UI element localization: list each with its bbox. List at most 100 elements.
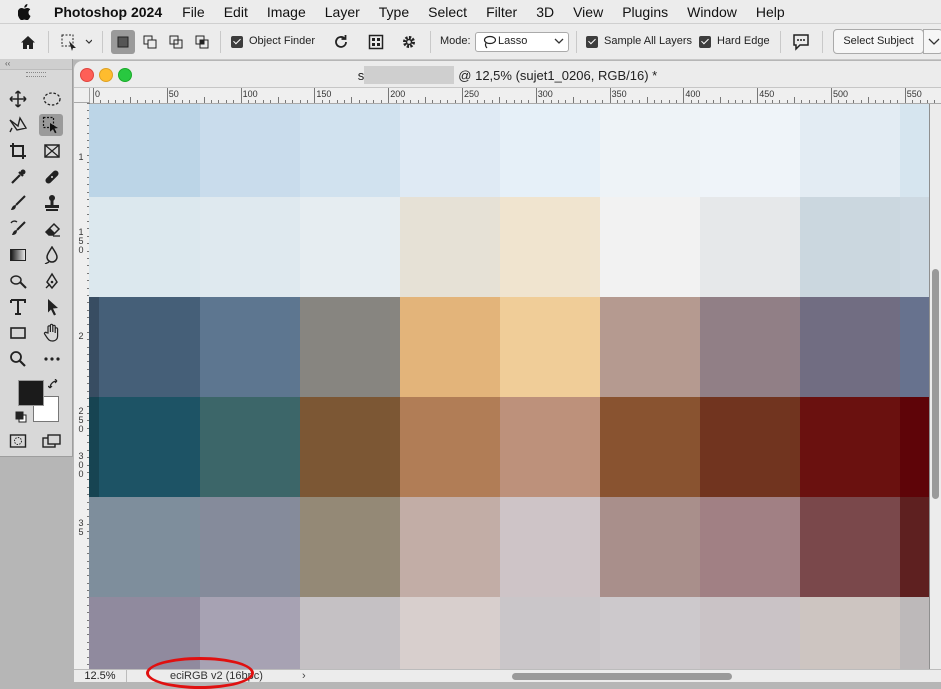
feedback-icon[interactable] xyxy=(789,30,813,54)
frame-tool-icon[interactable] xyxy=(40,140,64,162)
ruler-label: 1 5 0 xyxy=(78,227,84,255)
menu-file[interactable]: File xyxy=(182,4,205,20)
screen-mode-icon[interactable] xyxy=(40,430,64,452)
clone-stamp-icon[interactable] xyxy=(40,192,64,214)
menu-image[interactable]: Image xyxy=(267,4,306,20)
menu-bar: Photoshop 2024 File Edit Image Layer Typ… xyxy=(0,0,941,24)
crop-tool-icon[interactable] xyxy=(6,140,30,162)
menu-edit[interactable]: Edit xyxy=(224,4,248,20)
type-tool-icon[interactable] xyxy=(6,296,30,318)
subtract-from-selection-icon[interactable] xyxy=(165,30,187,54)
canvas-cell xyxy=(400,597,500,669)
ruler-minor-tick xyxy=(838,100,840,103)
ruler-minor-tick xyxy=(203,97,205,103)
tools-panel-header[interactable]: ‹‹ xyxy=(0,59,72,70)
zoom-tool-icon[interactable] xyxy=(6,348,30,370)
menu-filter[interactable]: Filter xyxy=(486,4,517,20)
canvas-cell xyxy=(600,197,700,297)
canvas-cell xyxy=(200,104,300,197)
horizontal-scroll-thumb[interactable] xyxy=(512,673,732,680)
pen-tool-icon[interactable] xyxy=(40,270,64,292)
gradient-tool-icon[interactable] xyxy=(6,244,30,266)
quick-mask-icon[interactable] xyxy=(6,430,30,452)
foreground-color-swatch[interactable] xyxy=(18,380,44,406)
move-tool-icon[interactable] xyxy=(6,88,30,110)
panel-grip[interactable] xyxy=(26,72,46,77)
horizontal-scrollbar[interactable] xyxy=(314,671,929,682)
show-all-objects-icon[interactable] xyxy=(365,30,387,54)
apple-menu-icon[interactable] xyxy=(14,3,36,20)
brush-tool-icon[interactable] xyxy=(6,192,30,214)
ruler-origin[interactable] xyxy=(74,88,90,103)
intersect-selection-icon[interactable] xyxy=(191,30,213,54)
canvas-cell xyxy=(200,197,300,297)
ruler-minor-tick xyxy=(373,100,375,103)
select-subject-dropdown[interactable] xyxy=(923,29,941,54)
ruler-label: 0 xyxy=(95,89,101,99)
eraser-tool-icon[interactable] xyxy=(40,218,64,240)
ruler-minor-tick xyxy=(506,100,508,103)
default-colors-icon[interactable] xyxy=(15,410,27,428)
ruler-minor-tick xyxy=(439,100,441,103)
image-canvas[interactable] xyxy=(89,104,929,669)
ruler-minor-tick xyxy=(292,100,294,103)
lasso-tool-icon[interactable] xyxy=(6,114,30,136)
canvas-cell xyxy=(800,104,900,197)
refresh-icon[interactable] xyxy=(330,30,352,54)
add-to-selection-icon[interactable] xyxy=(139,30,161,54)
menu-layer[interactable]: Layer xyxy=(325,4,360,20)
eyedropper-tool-icon[interactable] xyxy=(6,166,30,188)
hard-edge-checkbox[interactable] xyxy=(699,36,711,48)
hand-tool-icon[interactable] xyxy=(40,322,64,344)
gear-icon[interactable] xyxy=(398,30,420,54)
ruler-label: 350 xyxy=(611,89,627,99)
tool-preset-picker[interactable] xyxy=(58,30,94,54)
ruler-minor-tick xyxy=(749,100,751,103)
horizontal-ruler[interactable]: 0 50 100 150 200 250 300 350 400 450 500 550 xyxy=(90,88,941,104)
ruler-minor-tick xyxy=(152,100,154,103)
dodge-tool-icon[interactable] xyxy=(6,270,30,292)
ruler-minor-tick xyxy=(521,100,523,103)
swap-colors-icon[interactable] xyxy=(47,378,60,396)
ruler-minor-tick xyxy=(225,100,227,103)
ruler-minor-tick xyxy=(469,100,471,103)
ruler-minor-tick xyxy=(676,100,678,103)
blur-tool-icon[interactable] xyxy=(40,244,64,266)
vertical-scroll-thumb[interactable] xyxy=(932,269,939,499)
mode-select[interactable]: Lasso xyxy=(475,32,569,52)
canvas-cell xyxy=(500,104,600,197)
new-selection-icon[interactable] xyxy=(111,30,135,54)
object-finder-checkbox[interactable] xyxy=(231,36,243,48)
menu-help[interactable]: Help xyxy=(756,4,785,20)
status-info-arrow[interactable]: › xyxy=(302,670,306,682)
path-selection-icon[interactable] xyxy=(40,296,64,318)
select-subject-button[interactable]: Select Subject xyxy=(833,29,924,54)
history-brush-icon[interactable] xyxy=(6,218,30,240)
vertical-scrollbar[interactable] xyxy=(930,104,941,669)
menu-view[interactable]: View xyxy=(573,4,603,20)
sample-all-layers-label: Sample All Layers xyxy=(604,35,693,47)
canvas-cell xyxy=(300,197,400,297)
menu-window[interactable]: Window xyxy=(687,4,737,20)
ruler-minor-tick xyxy=(919,100,921,103)
object-selection-tool-icon[interactable] xyxy=(39,114,63,136)
sample-all-layers-checkbox[interactable] xyxy=(586,36,598,48)
home-icon[interactable] xyxy=(16,30,40,54)
ruler-minor-tick xyxy=(432,100,434,103)
menu-3d[interactable]: 3D xyxy=(536,4,554,20)
canvas-cell xyxy=(300,297,400,397)
rectangle-tool-icon[interactable] xyxy=(6,322,30,344)
elliptical-marquee-icon[interactable] xyxy=(40,88,64,110)
menu-plugins[interactable]: Plugins xyxy=(622,4,668,20)
menu-select[interactable]: Select xyxy=(428,4,467,20)
canvas-cell xyxy=(200,397,300,497)
canvas-cell xyxy=(300,397,400,497)
healing-brush-icon[interactable] xyxy=(40,166,64,188)
more-tools-icon[interactable] xyxy=(40,348,64,370)
zoom-level-field[interactable]: 12.5% xyxy=(74,670,127,682)
app-name-menu[interactable]: Photoshop 2024 xyxy=(54,4,162,20)
ruler-minor-tick xyxy=(218,100,220,103)
menu-type[interactable]: Type xyxy=(379,4,409,20)
ruler-minor-tick xyxy=(639,100,641,103)
ruler-minor-tick xyxy=(129,97,131,103)
